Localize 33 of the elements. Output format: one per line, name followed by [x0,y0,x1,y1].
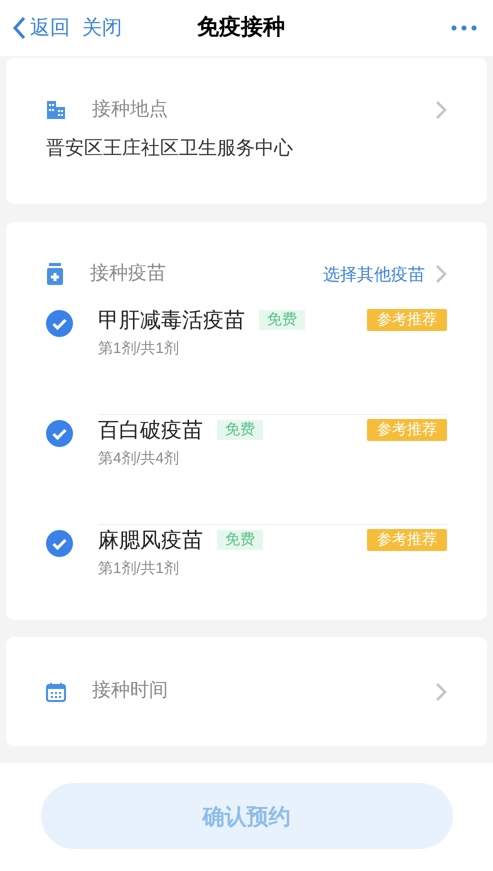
free-tag: 免费 [217,530,263,550]
chevron-right-icon [435,100,447,120]
back-icon [12,16,26,40]
building-icon [46,100,66,120]
dose-text: 第4剂/共4剂 [98,449,180,469]
vaccine-name: 麻腮风疫苗 [98,528,203,554]
vaccine-name: 百白破疫苗 [98,418,203,444]
more-icon[interactable] [451,25,477,31]
section-label: 接种疫苗 [90,262,166,286]
checked-icon[interactable] [46,420,73,446]
select-other-vaccines-link[interactable]: 选择其他疫苗 [323,262,425,287]
free-tag: 免费 [217,420,263,440]
recommended-badge: 参考推荐 [367,419,447,442]
section-label: 接种地点 [92,98,168,122]
location-value: 晋安区王庄社区卫生服务中心 [46,136,294,160]
free-tag: 免费 [259,310,305,330]
dose-text: 第1剂/共1剂 [98,339,180,359]
time-card[interactable]: 接种时间 [6,637,487,746]
checked-icon[interactable] [46,530,73,556]
vaccine-name: 甲肝减毒活疫苗 [98,308,245,334]
calendar-icon [46,682,66,702]
close-button[interactable]: 关闭 [82,13,122,43]
chevron-right-icon [435,682,447,702]
recommended-badge: 参考推荐 [367,529,447,552]
page-title: 免疫接种 [197,13,285,41]
medicine-bottle-icon [46,263,64,286]
chevron-right-icon [435,264,447,284]
recommended-badge: 参考推荐 [367,309,447,332]
section-label: 接种时间 [92,679,168,704]
dose-text: 第1剂/共1剂 [98,559,180,579]
back-button[interactable]: 返回 [12,13,70,43]
checked-icon[interactable] [46,310,73,336]
location-card[interactable]: 接种地点 晋安区王庄社区卫生服务中心 [6,58,487,204]
